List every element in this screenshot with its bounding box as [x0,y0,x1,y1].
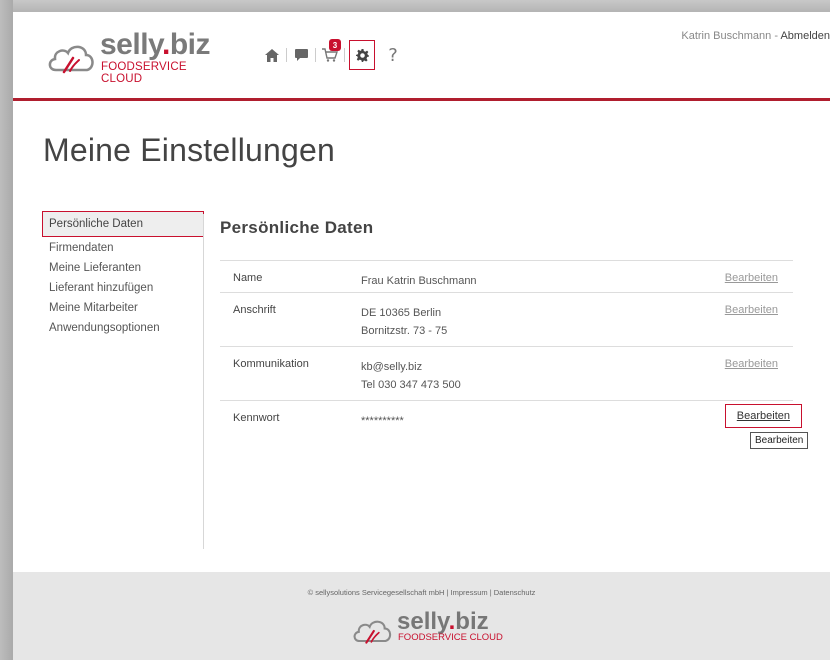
sidebar-item-meine-mitarbeiter[interactable]: Meine Mitarbeiter [43,298,203,318]
sidebar-item-meine-lieferanten[interactable]: Meine Lieferanten [43,258,203,278]
row-value: Frau Katrin Buschmann [361,272,477,290]
row-value: kb@selly.biz Tel 030 347 473 500 [361,358,461,394]
row-label: Kennwort [233,412,280,424]
edit-address-link[interactable]: Bearbeiten [725,304,778,316]
footer: © sellysolutions Servicegesellschaft mbH… [13,572,830,660]
help-icon[interactable]: ? [380,42,406,68]
value-line: DE 10365 Berlin [361,307,442,319]
header-divider [13,98,830,101]
sidebar-item-lieferant-hinzufuegen[interactable]: Lieferant hinzufügen [43,278,203,298]
header: selly.biz FOODSERVICE CLOUD 3 ? Katrin B… [13,12,830,100]
value-line: ********** [361,415,404,427]
page: selly.biz FOODSERVICE CLOUD 3 ? Katrin B… [13,12,830,572]
sidebar-divider [203,214,204,549]
footer-logo[interactable]: selly.biz FOODSERVICE CLOUD [351,608,511,648]
edit-communication-link[interactable]: Bearbeiten [725,358,778,370]
edit-tooltip: Bearbeiten [750,432,809,449]
selly-logo[interactable]: selly.biz FOODSERVICE CLOUD [46,28,226,85]
logo-wordmark: selly.biz [100,28,211,61]
row-value: ********** [361,412,404,430]
row-label: Kommunikation [233,358,309,370]
row-value: DE 10365 Berlin Bornitzstr. 73 - 75 [361,304,447,340]
row-label: Name [233,272,263,284]
sidebar-item-persoenliche-daten[interactable]: Persönliche Daten [42,211,204,237]
footer-logo-tagline: FOODSERVICE CLOUD [398,632,503,643]
table-row-name: Name Frau Katrin Buschmann Bearbeiten [220,260,793,292]
toolbar-separator [315,48,316,62]
settings-button[interactable] [349,40,375,70]
cloud-logo-icon [48,45,94,74]
settings-sidebar: Persönliche Daten Firmendaten Meine Lief… [42,211,204,338]
logo-tagline: FOODSERVICE CLOUD [101,61,187,85]
edit-password-link[interactable]: Bearbeiten [724,404,803,428]
footer-text: © sellysolutions Servicegesellschaft mbH… [307,588,536,597]
window-frame-top [0,0,830,12]
cart-count-badge: 3 [329,39,341,51]
header-toolbar: 3 ? [259,39,406,70]
table-row-kennwort: Kennwort ********** Bearbeiten [220,400,803,440]
gear-icon [355,48,369,62]
logout-link[interactable]: Abmelden [780,30,830,42]
chat-icon[interactable] [288,42,314,68]
user-name[interactable]: Katrin Buschmann [681,30,771,42]
cloud-logo-icon [353,620,392,644]
user-separator: - [774,30,778,42]
table-row-kommunikation: Kommunikation kb@selly.biz Tel 030 347 4… [220,346,793,400]
value-line: Bornitzstr. 73 - 75 [361,325,448,337]
value-line: Tel 030 347 473 500 [361,379,461,391]
section-title: Persönliche Daten [220,218,374,237]
user-area: Katrin Buschmann - Abmelden [681,30,830,42]
toolbar-separator [344,48,345,62]
cart-icon[interactable]: 3 [317,39,343,68]
toolbar-separator [286,48,287,62]
page-title: Meine Einstellungen [43,132,335,168]
personal-data-table: Name Frau Katrin Buschmann Bearbeiten An… [220,260,803,440]
sidebar-item-anwendungsoptionen[interactable]: Anwendungsoptionen [43,318,203,338]
edit-name-link[interactable]: Bearbeiten [725,272,778,284]
home-icon[interactable] [259,42,285,68]
sidebar-item-firmendaten[interactable]: Firmendaten [43,238,203,258]
value-line: Frau Katrin Buschmann [361,275,477,287]
row-label: Anschrift [233,304,276,316]
window-frame-left [0,0,13,660]
table-row-anschrift: Anschrift DE 10365 Berlin Bornitzstr. 73… [220,292,793,346]
value-line: kb@selly.biz [361,361,423,373]
